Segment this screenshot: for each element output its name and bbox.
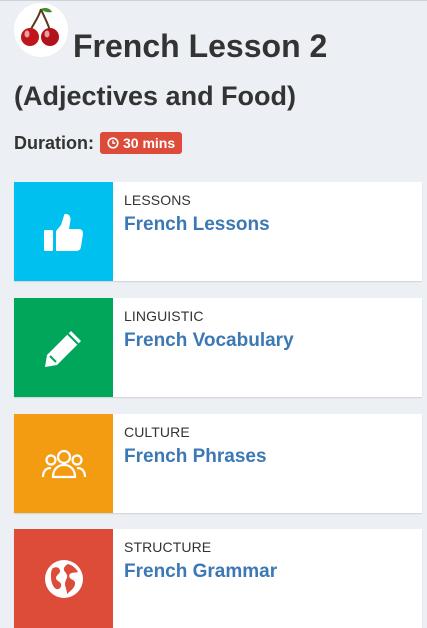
duration-badge: 30 mins	[100, 132, 183, 154]
card-culture[interactable]: CULTURE French Phrases	[14, 414, 422, 513]
card-category: LESSONS	[124, 192, 191, 208]
french-vocabulary-link[interactable]: French Vocabulary	[124, 330, 294, 352]
card-category: LINGUISTIC	[124, 308, 204, 324]
clock-icon	[107, 137, 119, 149]
thumbs-up-icon	[43, 213, 83, 251]
duration-value: 30 mins	[123, 135, 176, 151]
french-lessons-link[interactable]: French Lessons	[124, 214, 270, 236]
duration-label: Duration:	[14, 132, 94, 153]
cherries-logo	[14, 3, 68, 57]
duration-row: Duration: 30 mins	[14, 131, 183, 155]
card-icon-box	[14, 182, 113, 281]
card-category: CULTURE	[124, 424, 190, 440]
card-linguistic[interactable]: LINGUISTIC French Vocabulary	[14, 298, 422, 397]
pencil-icon	[44, 330, 81, 367]
french-phrases-link[interactable]: French Phrases	[124, 446, 267, 468]
page-subtitle: (Adjectives and Food)	[14, 81, 297, 111]
card-icon-box	[14, 298, 113, 397]
card-category: STRUCTURE	[124, 539, 212, 555]
cherries-icon	[21, 8, 59, 46]
page-title: French Lesson 2	[73, 28, 328, 64]
card-icon-box	[14, 414, 113, 513]
card-icon-box	[14, 529, 113, 628]
card-lessons[interactable]: LESSONS French Lessons	[14, 182, 422, 281]
users-icon	[41, 449, 86, 478]
french-grammar-link[interactable]: French Grammar	[124, 561, 277, 583]
card-structure[interactable]: STRUCTURE French Grammar	[14, 529, 422, 628]
globe-icon	[44, 559, 83, 598]
